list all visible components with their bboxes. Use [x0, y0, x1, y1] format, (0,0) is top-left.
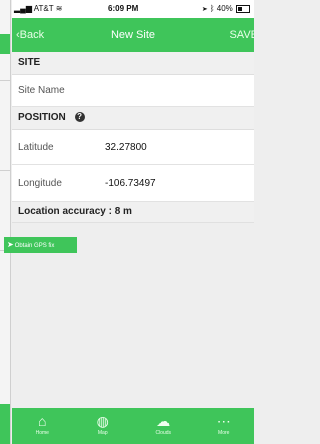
background-sheet: [0, 0, 11, 444]
globe-icon: ◍: [96, 413, 109, 429]
location-arrow-icon: ➤: [7, 240, 14, 249]
tab-clouds[interactable]: ☁ Clouds: [138, 408, 188, 444]
battery-percent: 40%: [216, 4, 233, 13]
tab-bar: ⌂ Home ◍ Map ☁ Clouds ⋯ More: [12, 408, 254, 444]
site-section-header: SITE: [12, 52, 254, 75]
new-site-screen: ▂▄▆ AT&T ≋ 6:09 PM ➤ ᛒ 40% ‹Back New Sit…: [12, 0, 254, 444]
tab-home[interactable]: ⌂ Home: [17, 408, 67, 444]
longitude-field[interactable]: Longitude -106.73497: [12, 165, 254, 202]
background-sheet-tabbar: [0, 404, 10, 444]
cloud-icon: ☁: [156, 413, 171, 429]
wifi-icon: ≋: [55, 4, 63, 13]
background-divider: [0, 80, 10, 81]
home-icon: ⌂: [38, 413, 47, 429]
nav-bar: ‹Back New Site SAVE: [12, 18, 254, 52]
help-icon[interactable]: ?: [74, 112, 85, 123]
position-section-header: POSITION ?: [12, 107, 254, 130]
status-bar: ▂▄▆ AT&T ≋ 6:09 PM ➤ ᛒ 40%: [12, 0, 254, 18]
background-sheet-header: [0, 34, 10, 54]
bluetooth-icon: ᛒ: [209, 4, 215, 13]
background-divider: [0, 170, 10, 171]
location-accuracy: Location accuracy : 8 m: [12, 202, 254, 223]
latitude-field[interactable]: Latitude 32.27800: [12, 130, 254, 165]
battery-icon: [236, 4, 250, 13]
tab-map[interactable]: ◍ Map: [78, 408, 128, 444]
carrier-label: ▂▄▆ AT&T ≋: [14, 4, 63, 13]
save-button[interactable]: SAVE: [229, 29, 254, 41]
site-name-field[interactable]: Site Name: [12, 75, 254, 107]
location-icon: ➤: [202, 4, 208, 13]
longitude-label: Longitude: [18, 178, 62, 189]
site-name-label: Site Name: [18, 85, 65, 96]
latitude-label: Latitude: [18, 142, 54, 153]
page-title: New Site: [110, 29, 156, 41]
status-time: 6:09 PM: [108, 4, 139, 13]
tab-more[interactable]: ⋯ More: [199, 408, 249, 444]
more-icon: ⋯: [216, 413, 231, 429]
status-right: ➤ ᛒ 40%: [203, 4, 250, 13]
signal-icon: ▂▄▆: [14, 4, 32, 13]
longitude-value[interactable]: -106.73497: [105, 178, 156, 189]
latitude-value[interactable]: 32.27800: [105, 142, 147, 153]
obtain-gps-fix-button[interactable]: ➤Obtain GPS fix: [4, 237, 77, 253]
